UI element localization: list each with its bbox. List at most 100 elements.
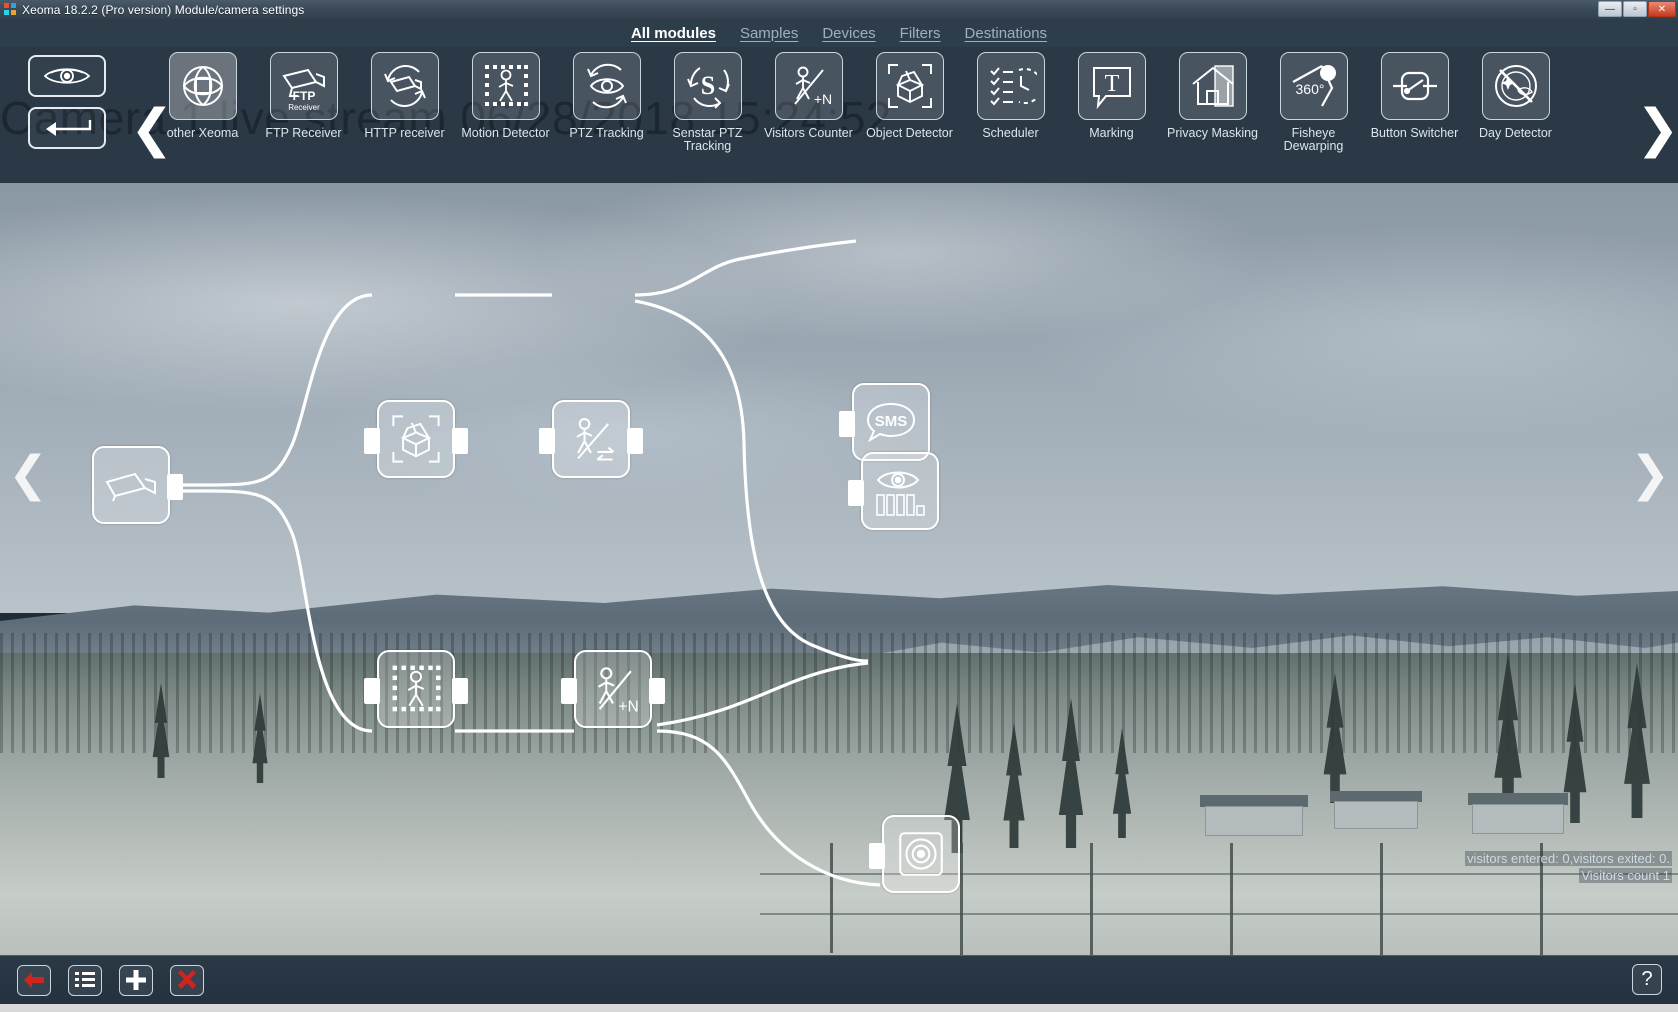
stage-prev-arrow[interactable]: ❮ xyxy=(8,451,48,499)
walking-person-grid-icon xyxy=(392,665,441,712)
app-logo-icon xyxy=(4,3,17,16)
node-sms-sender[interactable]: SMS xyxy=(839,383,930,461)
module-senstar-ptz-tracking[interactable]: S Senstar PTZ Tracking xyxy=(657,52,758,153)
node-output-port[interactable] xyxy=(452,678,468,704)
day-night-crossed-icon xyxy=(1494,65,1537,107)
module-tile: S xyxy=(673,52,742,120)
module-object-detector[interactable]: Object Detector xyxy=(859,52,960,153)
module-tile: +N xyxy=(774,52,843,120)
menu-item-filters[interactable]: Filters xyxy=(900,25,941,42)
node-input-port[interactable] xyxy=(839,411,855,437)
svg-text:360°: 360° xyxy=(1295,81,1324,97)
list-button[interactable] xyxy=(68,964,102,996)
node-input-port[interactable] xyxy=(364,428,380,454)
module-label: Object Detector xyxy=(866,126,953,140)
module-tile xyxy=(471,52,540,120)
visitors-overlay-line2: Visitors count 1 xyxy=(1579,868,1672,883)
module-button-switcher[interactable]: Button Switcher xyxy=(1364,52,1465,153)
module-label: Privacy Masking xyxy=(1167,126,1258,140)
person-line-plus-n-icon: +N xyxy=(597,667,639,715)
node-preview-archive[interactable] xyxy=(848,452,939,530)
module-scheduler[interactable]: Scheduler xyxy=(960,52,1061,153)
camera-preview-stage[interactable]: SMS +N ❮ ❯ visitors entered: 0,visitors … xyxy=(0,183,1678,955)
menu-item-devices[interactable]: Devices xyxy=(822,25,875,42)
node-visitors-counter-bottom[interactable]: +N xyxy=(561,650,665,728)
node-output-port[interactable] xyxy=(649,678,665,704)
left-arrow-red-icon xyxy=(24,972,44,988)
help-button[interactable]: ? xyxy=(1632,964,1662,995)
node-input-port[interactable] xyxy=(869,843,885,869)
camera-icon xyxy=(105,472,156,502)
person-line-plus-n-icon: +N xyxy=(793,66,832,107)
module-http-receiver[interactable]: HTTP receiver xyxy=(354,52,455,153)
module-motion-detector[interactable]: Motion Detector xyxy=(455,52,556,153)
person-line-arrows-icon xyxy=(576,418,615,461)
menu-item-destinations[interactable]: Destinations xyxy=(965,25,1048,42)
checklist-clock-icon xyxy=(989,67,1037,106)
node-sound-alarm[interactable] xyxy=(869,815,960,893)
module-label: FTP Receiver xyxy=(265,126,342,140)
bottom-toolbar: ? xyxy=(0,955,1678,1004)
globe-refresh-icon xyxy=(182,66,223,107)
node-input-port[interactable] xyxy=(561,678,577,704)
delete-button[interactable] xyxy=(170,964,204,996)
node-camera-source[interactable] xyxy=(92,446,183,524)
module-day-detector[interactable]: Day Detector xyxy=(1465,52,1566,153)
window-title: Xeoma 18.2.2 (Pro version) Module/camera… xyxy=(22,2,305,17)
module-ptz-tracking[interactable]: PTZ Tracking xyxy=(556,52,657,153)
module-label: Day Detector xyxy=(1479,126,1552,140)
node-output-port[interactable] xyxy=(167,474,183,500)
svg-text:+N: +N xyxy=(813,91,831,107)
module-visitors-counter[interactable]: +N Visitors Counter xyxy=(758,52,859,153)
box-brackets-icon xyxy=(392,415,440,463)
module-label: Marking xyxy=(1089,126,1134,140)
close-button[interactable]: ✕ xyxy=(1648,1,1676,17)
module-tile: FTP Receiver xyxy=(269,52,338,120)
http-camera-refresh-icon xyxy=(383,65,426,107)
maximize-button[interactable]: ▫ xyxy=(1623,1,1647,17)
left-side-buttons xyxy=(28,55,106,159)
module-fisheye-dewarping[interactable]: 360° Fisheye Dewarping xyxy=(1263,52,1364,153)
node-visitors-counter-top[interactable] xyxy=(539,400,643,478)
module-chain-connections xyxy=(178,239,881,887)
module-ftp-receiver[interactable]: FTP Receiver FTP Receiver xyxy=(253,52,354,153)
eye-rotate-icon xyxy=(586,63,627,109)
minimize-button[interactable]: — xyxy=(1598,1,1622,17)
toggle-switch-icon xyxy=(1392,71,1437,101)
node-output-port[interactable] xyxy=(452,428,468,454)
back-button[interactable] xyxy=(17,964,51,996)
menu-item-all-modules[interactable]: All modules xyxy=(631,25,716,42)
node-input-port[interactable] xyxy=(364,678,380,704)
toolbar-scroll-left-arrow[interactable]: ❮ xyxy=(130,99,174,165)
module-label: Scheduler xyxy=(982,126,1039,140)
stage-next-arrow[interactable]: ❯ xyxy=(1630,451,1670,499)
node-input-port[interactable] xyxy=(539,428,555,454)
svg-text:Receiver: Receiver xyxy=(288,103,320,112)
box-brackets-icon xyxy=(887,64,932,108)
return-arrow-icon xyxy=(46,120,92,136)
module-privacy-masking[interactable]: Privacy Masking xyxy=(1162,52,1263,153)
text-bubble-t-icon: T xyxy=(1092,67,1131,110)
close-red-icon xyxy=(178,970,196,989)
walking-person-grid-icon xyxy=(484,65,528,106)
add-button[interactable] xyxy=(119,964,153,996)
menu-item-samples[interactable]: Samples xyxy=(740,25,798,42)
module-tile xyxy=(1481,52,1550,120)
module-label: Motion Detector xyxy=(461,126,550,140)
node-object-detector[interactable] xyxy=(364,400,468,478)
preview-eye-button[interactable] xyxy=(28,55,106,97)
node-input-port[interactable] xyxy=(848,480,864,506)
module-tile: T xyxy=(1077,52,1146,120)
module-label: Fisheye Dewarping xyxy=(1283,126,1344,153)
sms-icon: SMS xyxy=(866,402,916,443)
node-motion-detector[interactable] xyxy=(364,650,468,728)
svg-text:FTP: FTP xyxy=(292,89,315,103)
toolbar-scroll-right-arrow[interactable]: ❯ xyxy=(1636,99,1678,165)
back-arrow-button[interactable] xyxy=(28,107,106,149)
node-output-port[interactable] xyxy=(627,428,643,454)
module-label: Visitors Counter xyxy=(764,126,853,140)
module-marking[interactable]: T Marking xyxy=(1061,52,1162,153)
svg-text:+N: +N xyxy=(618,698,638,715)
ftp-camera-icon: FTP Receiver xyxy=(281,68,325,112)
module-label: Button Switcher xyxy=(1370,126,1459,140)
